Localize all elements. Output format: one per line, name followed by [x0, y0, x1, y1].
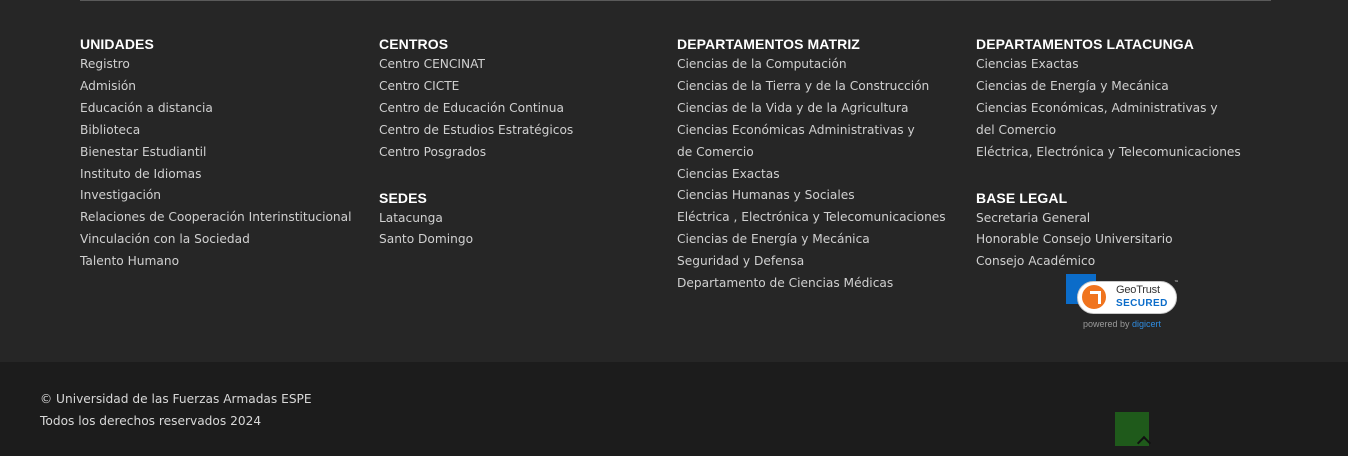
footer-link[interactable]: Talento Humano — [80, 251, 370, 273]
footer-link[interactable]: Ciencias de Energía y Mecánica — [976, 76, 1276, 98]
footer-link[interactable]: Consejo Académico — [976, 251, 1276, 273]
footer-link[interactable]: Ciencias de la Vida y de la Agricultura — [677, 98, 967, 120]
link-list: Registro Admisión Educación a distancia … — [80, 54, 370, 273]
footer-bottom: © Universidad de las Fuerzas Armadas ESP… — [0, 362, 1348, 456]
footer-link[interactable]: Ciencias de la Tierra y de la Construcci… — [677, 76, 967, 98]
footer-column-centros: CENTROS Centro CENCINAT Centro CICTE Cen… — [379, 36, 669, 251]
badge-brand: GeoTrust — [1116, 284, 1160, 296]
footer-link[interactable]: Departamento de Ciencias Médicas — [677, 273, 967, 295]
footer-link[interactable]: Educación a distancia — [80, 98, 370, 120]
footer-column-departamentos-latacunga: DEPARTAMENTOS LATACUNGA Ciencias Exactas… — [976, 36, 1276, 273]
footer-link[interactable]: Centro CICTE — [379, 76, 669, 98]
link-list: Latacunga Santo Domingo — [379, 208, 669, 252]
section-heading: DEPARTAMENTOS MATRIZ — [677, 36, 860, 52]
link-list: Secretaria General Honorable Consejo Uni… — [976, 208, 1276, 274]
geotrust-secured-badge[interactable]: GeoTrust SECURED ™ powered by digicert — [1066, 274, 1180, 332]
rights-text: Todos los derechos reservados 2024 — [40, 414, 262, 428]
footer-link[interactable]: Eléctrica , Electrónica y Telecomunicaci… — [677, 207, 967, 229]
footer-link[interactable]: Relaciones de Cooperación Interinstituci… — [80, 207, 370, 229]
footer-link[interactable]: Ciencias Exactas — [677, 164, 967, 186]
footer-link[interactable]: Ciencias de Energía y Mecánica — [677, 229, 967, 251]
footer-link[interactable]: Seguridad y Defensa — [677, 251, 967, 273]
footer-link[interactable]: Santo Domingo — [379, 229, 669, 251]
copyright-block: © Universidad de las Fuerzas Armadas ESP… — [40, 388, 312, 432]
footer-link[interactable]: Eléctrica, Electrónica y Telecomunicacio… — [976, 142, 1276, 164]
footer-link[interactable]: Investigación — [80, 185, 370, 207]
footer-link[interactable]: Latacunga — [379, 208, 669, 230]
footer-link[interactable]: Honorable Consejo Universitario — [976, 229, 1276, 251]
footer-link[interactable]: Centro CENCINAT — [379, 54, 669, 76]
footer-link[interactable]: Admisión — [80, 76, 370, 98]
footer-link[interactable]: Biblioteca — [80, 120, 370, 142]
footer-link[interactable]: Ciencias Económicas, Administrativas y d… — [976, 98, 1226, 142]
footer-link[interactable]: Ciencias Económicas Administrativas y de… — [677, 120, 929, 164]
section-heading: CENTROS — [379, 36, 449, 52]
footer-link[interactable]: Instituto de Idiomas — [80, 164, 370, 186]
badge-powered-by: powered by digicert — [1083, 319, 1161, 329]
section-heading: DEPARTAMENTOS LATACUNGA — [976, 36, 1194, 52]
footer-column-unidades: UNIDADES Registro Admisión Educación a d… — [80, 36, 370, 273]
back-to-top-button[interactable] — [1115, 412, 1152, 451]
footer-link[interactable]: Ciencias Exactas — [976, 54, 1276, 76]
chevron-up-icon — [1136, 435, 1152, 451]
footer-main: UNIDADES Registro Admisión Educación a d… — [0, 0, 1348, 362]
section-heading: BASE LEGAL — [976, 189, 1068, 206]
footer-link[interactable]: Secretaria General — [976, 208, 1276, 230]
section-heading: SEDES — [379, 189, 427, 206]
badge-secured-label: SECURED — [1116, 298, 1168, 309]
footer-link[interactable]: Registro — [80, 54, 370, 76]
badge-trademark: ™ — [1174, 280, 1179, 286]
footer-link[interactable]: Centro de Educación Continua — [379, 98, 669, 120]
footer-link[interactable]: Centro de Estudios Estratégicos — [379, 120, 669, 142]
link-list: Centro CENCINAT Centro CICTE Centro de E… — [379, 54, 669, 164]
footer-link[interactable]: Ciencias de la Computación — [677, 54, 967, 76]
footer-link[interactable]: Ciencias Humanas y Sociales — [677, 185, 967, 207]
footer-link[interactable]: Bienestar Estudiantil — [80, 142, 370, 164]
divider — [80, 0, 1271, 1]
footer-link[interactable]: Centro Posgrados — [379, 142, 669, 164]
footer-link[interactable]: Vinculación con la Sociedad — [80, 229, 370, 251]
geotrust-logo-icon — [1080, 283, 1108, 311]
link-list: Ciencias de la Computación Ciencias de l… — [677, 54, 967, 295]
powered-by-label: powered by — [1083, 319, 1130, 329]
section-heading: UNIDADES — [80, 36, 154, 52]
footer-column-departamentos-matriz: DEPARTAMENTOS MATRIZ Ciencias de la Comp… — [677, 36, 967, 295]
provider-name: digicert — [1132, 319, 1162, 329]
copyright-text: © Universidad de las Fuerzas Armadas ESP… — [40, 392, 312, 406]
link-list: Ciencias Exactas Ciencias de Energía y M… — [976, 54, 1276, 164]
